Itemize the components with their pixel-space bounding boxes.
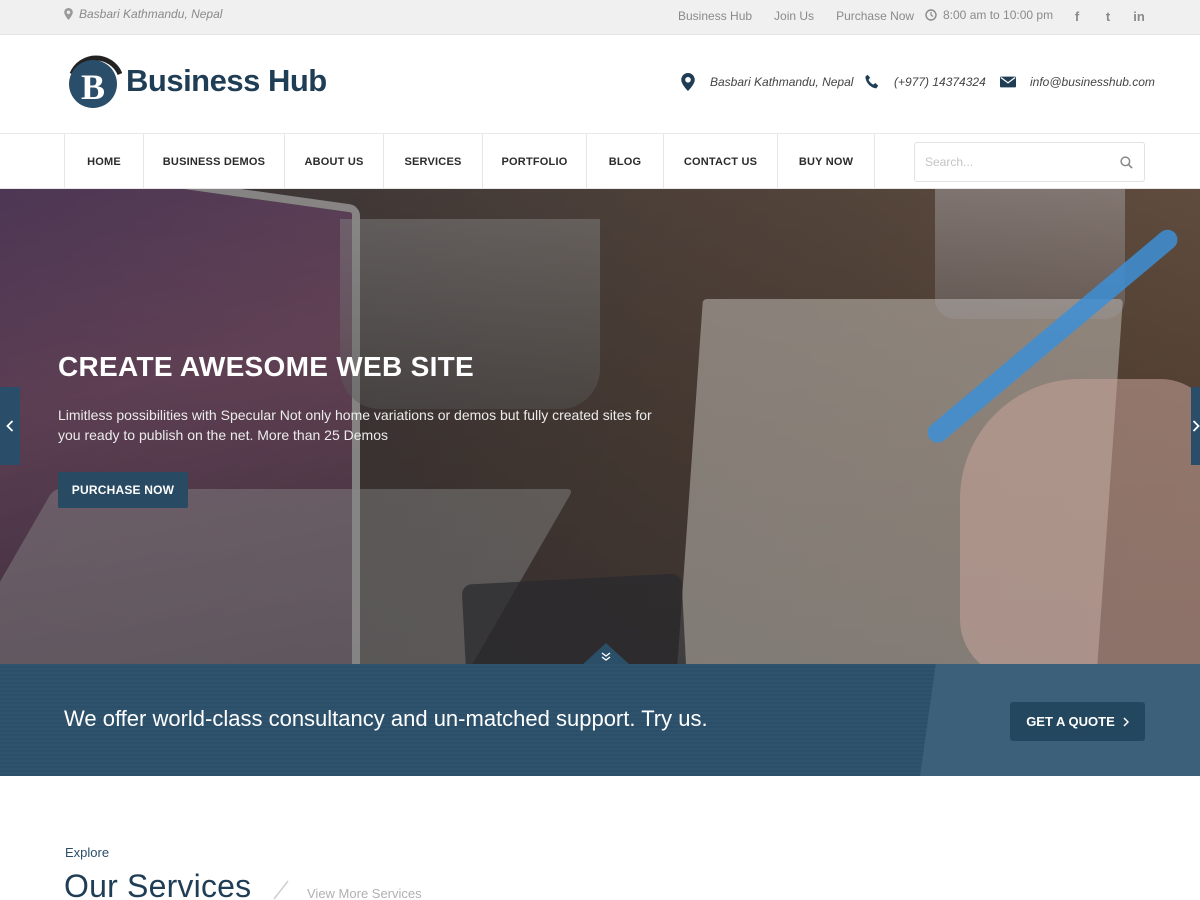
nav-item-blog[interactable]: BLOG	[587, 134, 664, 189]
phone-icon	[865, 74, 879, 89]
topbar-link-join-us[interactable]: Join Us	[774, 9, 814, 23]
topbar-location: Basbari Kathmandu, Nepal	[64, 7, 222, 21]
search-box	[914, 142, 1145, 182]
hero-title: CREATE AWESOME WEB SITE	[58, 351, 475, 382]
header-phone-text[interactable]: (+977) 14374324	[894, 75, 986, 89]
double-chevron-down-icon	[583, 643, 629, 664]
chevron-right-icon	[1123, 716, 1129, 727]
nav-item-buy-now[interactable]: BUY NOW	[778, 134, 875, 189]
get-a-quote-label: GET A QUOTE	[1026, 714, 1115, 729]
hero-phone	[461, 573, 687, 664]
header-email: info@businesshub.com	[1000, 73, 1155, 91]
nav-item-home[interactable]: HOME	[65, 134, 144, 189]
nav-item-business-demos[interactable]: BUSINESS DEMOS	[144, 134, 285, 189]
services-title: Our Services	[64, 868, 252, 900]
hero-hand	[960, 379, 1200, 664]
top-bar: Basbari Kathmandu, Nepal Business Hub Jo…	[0, 0, 1200, 35]
header-address: Basbari Kathmandu, Nepal	[680, 73, 853, 91]
social-links: f t in	[1070, 8, 1146, 24]
hero-description: Limitless possibilities with Specular No…	[58, 407, 652, 443]
nav-item-about-us[interactable]: ABOUT US	[285, 134, 384, 189]
nav-menu: HOME BUSINESS DEMOS ABOUT US SERVICES PO…	[64, 134, 875, 189]
site-logo[interactable]: B Business Hub	[64, 52, 327, 110]
scroll-down-button[interactable]	[582, 643, 630, 664]
services-kicker: Explore	[65, 845, 110, 860]
get-a-quote-button[interactable]: GET A QUOTE	[1010, 702, 1145, 741]
topbar-location-text: Basbari Kathmandu, Nepal	[79, 7, 223, 21]
search-button[interactable]	[1108, 143, 1144, 181]
topbar-links: Business Hub Join Us Purchase Now	[678, 9, 914, 23]
hero-slider: CREATE AWESOME WEB SITE Limitless possib…	[0, 189, 1200, 664]
cta-text: We offer world-class consultancy and un-…	[64, 706, 708, 731]
search-icon	[1119, 155, 1133, 169]
search-input[interactable]	[915, 143, 1108, 181]
logo-letter: B	[81, 67, 105, 107]
chevron-left-icon	[6, 420, 14, 432]
header-address-text: Basbari Kathmandu, Nepal	[710, 75, 854, 89]
location-pin-icon	[64, 8, 73, 20]
site-header: B Business Hub Basbari Kathmandu, Nepal …	[0, 35, 1200, 134]
nav-item-services[interactable]: SERVICES	[384, 134, 483, 189]
clock-icon	[925, 9, 937, 21]
opening-hours-text: 8:00 am to 10:00 pm	[943, 8, 1054, 22]
opening-hours: 8:00 am to 10:00 pm	[925, 8, 1053, 22]
facebook-icon[interactable]: f	[1070, 8, 1084, 24]
topbar-link-business-hub[interactable]: Business Hub	[678, 9, 752, 23]
logo-text: Business Hub	[126, 63, 327, 98]
purchase-now-button[interactable]: PURCHASE NOW	[58, 472, 188, 508]
main-navigation: HOME BUSINESS DEMOS ABOUT US SERVICES PO…	[0, 134, 1200, 189]
cta-band: We offer world-class consultancy and un-…	[0, 664, 1200, 776]
header-email-text[interactable]: info@businesshub.com	[1030, 75, 1155, 89]
logo-mark-icon: B	[69, 55, 122, 108]
linkedin-icon[interactable]: in	[1132, 8, 1146, 24]
nav-item-portfolio[interactable]: PORTFOLIO	[483, 134, 587, 189]
slider-next-button[interactable]	[1191, 387, 1200, 465]
envelope-icon	[1000, 76, 1016, 88]
slash-divider-icon	[273, 880, 289, 900]
topbar-link-purchase-now[interactable]: Purchase Now	[836, 9, 914, 23]
nav-item-contact-us[interactable]: CONTACT US	[664, 134, 778, 189]
twitter-icon[interactable]: t	[1101, 8, 1115, 24]
chevron-right-icon	[1192, 420, 1200, 432]
map-marker-icon	[681, 73, 695, 91]
slider-prev-button[interactable]	[0, 387, 20, 465]
header-phone: (+977) 14374324	[864, 73, 986, 91]
view-more-services-link[interactable]: View More Services	[307, 886, 422, 900]
